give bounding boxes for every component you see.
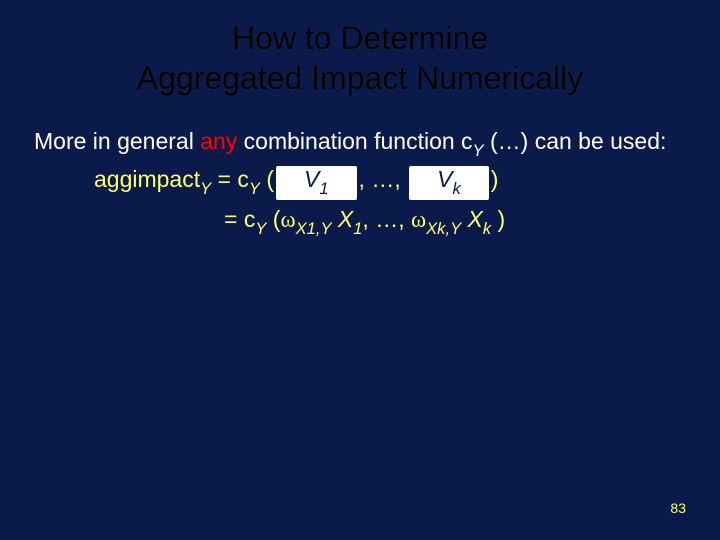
pill-v1: V1 <box>276 166 357 200</box>
x1b-sub: 1 <box>353 219 362 238</box>
row2-mid: , …, <box>362 206 411 232</box>
eq-close: ) <box>491 166 499 192</box>
x1a-sub: 1 <box>307 219 316 238</box>
xkb-sub: k <box>483 219 491 238</box>
omega-1: ω <box>280 207 295 232</box>
eq-lhs: aggimpact <box>94 166 200 192</box>
omega-k: ω <box>411 207 426 232</box>
x1b: X <box>338 206 353 232</box>
ysub-1: Y <box>320 219 331 238</box>
title-line-1: How to Determine <box>232 20 488 56</box>
eq-lhs-sub: Y <box>200 179 211 198</box>
lead-post-sub: Y <box>473 141 484 160</box>
equation-row-2: = cY (ωX1,Y X1, …, ωXk,Y Xk ) <box>94 201 686 241</box>
pill-vk: Vk <box>409 166 489 200</box>
slide: How to Determine Aggregated Impact Numer… <box>0 0 720 540</box>
lead-any: any <box>200 128 237 154</box>
xka: X <box>426 219 437 238</box>
xkb: X <box>468 206 483 232</box>
pill-vk-v: V <box>437 166 452 192</box>
ysub-k: Y <box>450 219 461 238</box>
row2-close: ) <box>491 206 505 232</box>
row2-c-sub: Y <box>255 219 266 238</box>
slide-body: More in general any combination function… <box>0 98 720 241</box>
page-number: 83 <box>670 500 686 516</box>
omega1-x-sub: X1,Y <box>296 219 332 238</box>
slide-title: How to Determine Aggregated Impact Numer… <box>0 0 720 98</box>
eq-mid: , …, <box>359 166 408 192</box>
pill-v1-sub: 1 <box>319 179 328 198</box>
lead-post: combination function c <box>237 128 472 154</box>
lead-sentence: More in general any combination function… <box>34 126 686 161</box>
omegak-x-sub: Xk,Y <box>426 219 461 238</box>
pill-vk-sub: k <box>452 179 460 198</box>
x1a: X <box>296 219 307 238</box>
pill-v1-v: V <box>304 166 319 192</box>
eq-c-sub: Y <box>249 179 260 198</box>
equation-block: aggimpactY = cY (V1, …, Vk) = cY (ωX1,Y … <box>34 161 686 241</box>
row2-open: ( <box>266 206 280 232</box>
row2-pre: = c <box>224 206 255 232</box>
equation-row-1: aggimpactY = cY (V1, …, Vk) <box>94 161 686 201</box>
lead-pre: More in general <box>34 128 200 154</box>
title-line-2: Aggregated Impact Numerically <box>137 60 583 96</box>
eq-eq: = c <box>211 166 249 192</box>
lead-tail: (…) can be used: <box>484 128 667 154</box>
eq-open: ( <box>260 166 274 192</box>
